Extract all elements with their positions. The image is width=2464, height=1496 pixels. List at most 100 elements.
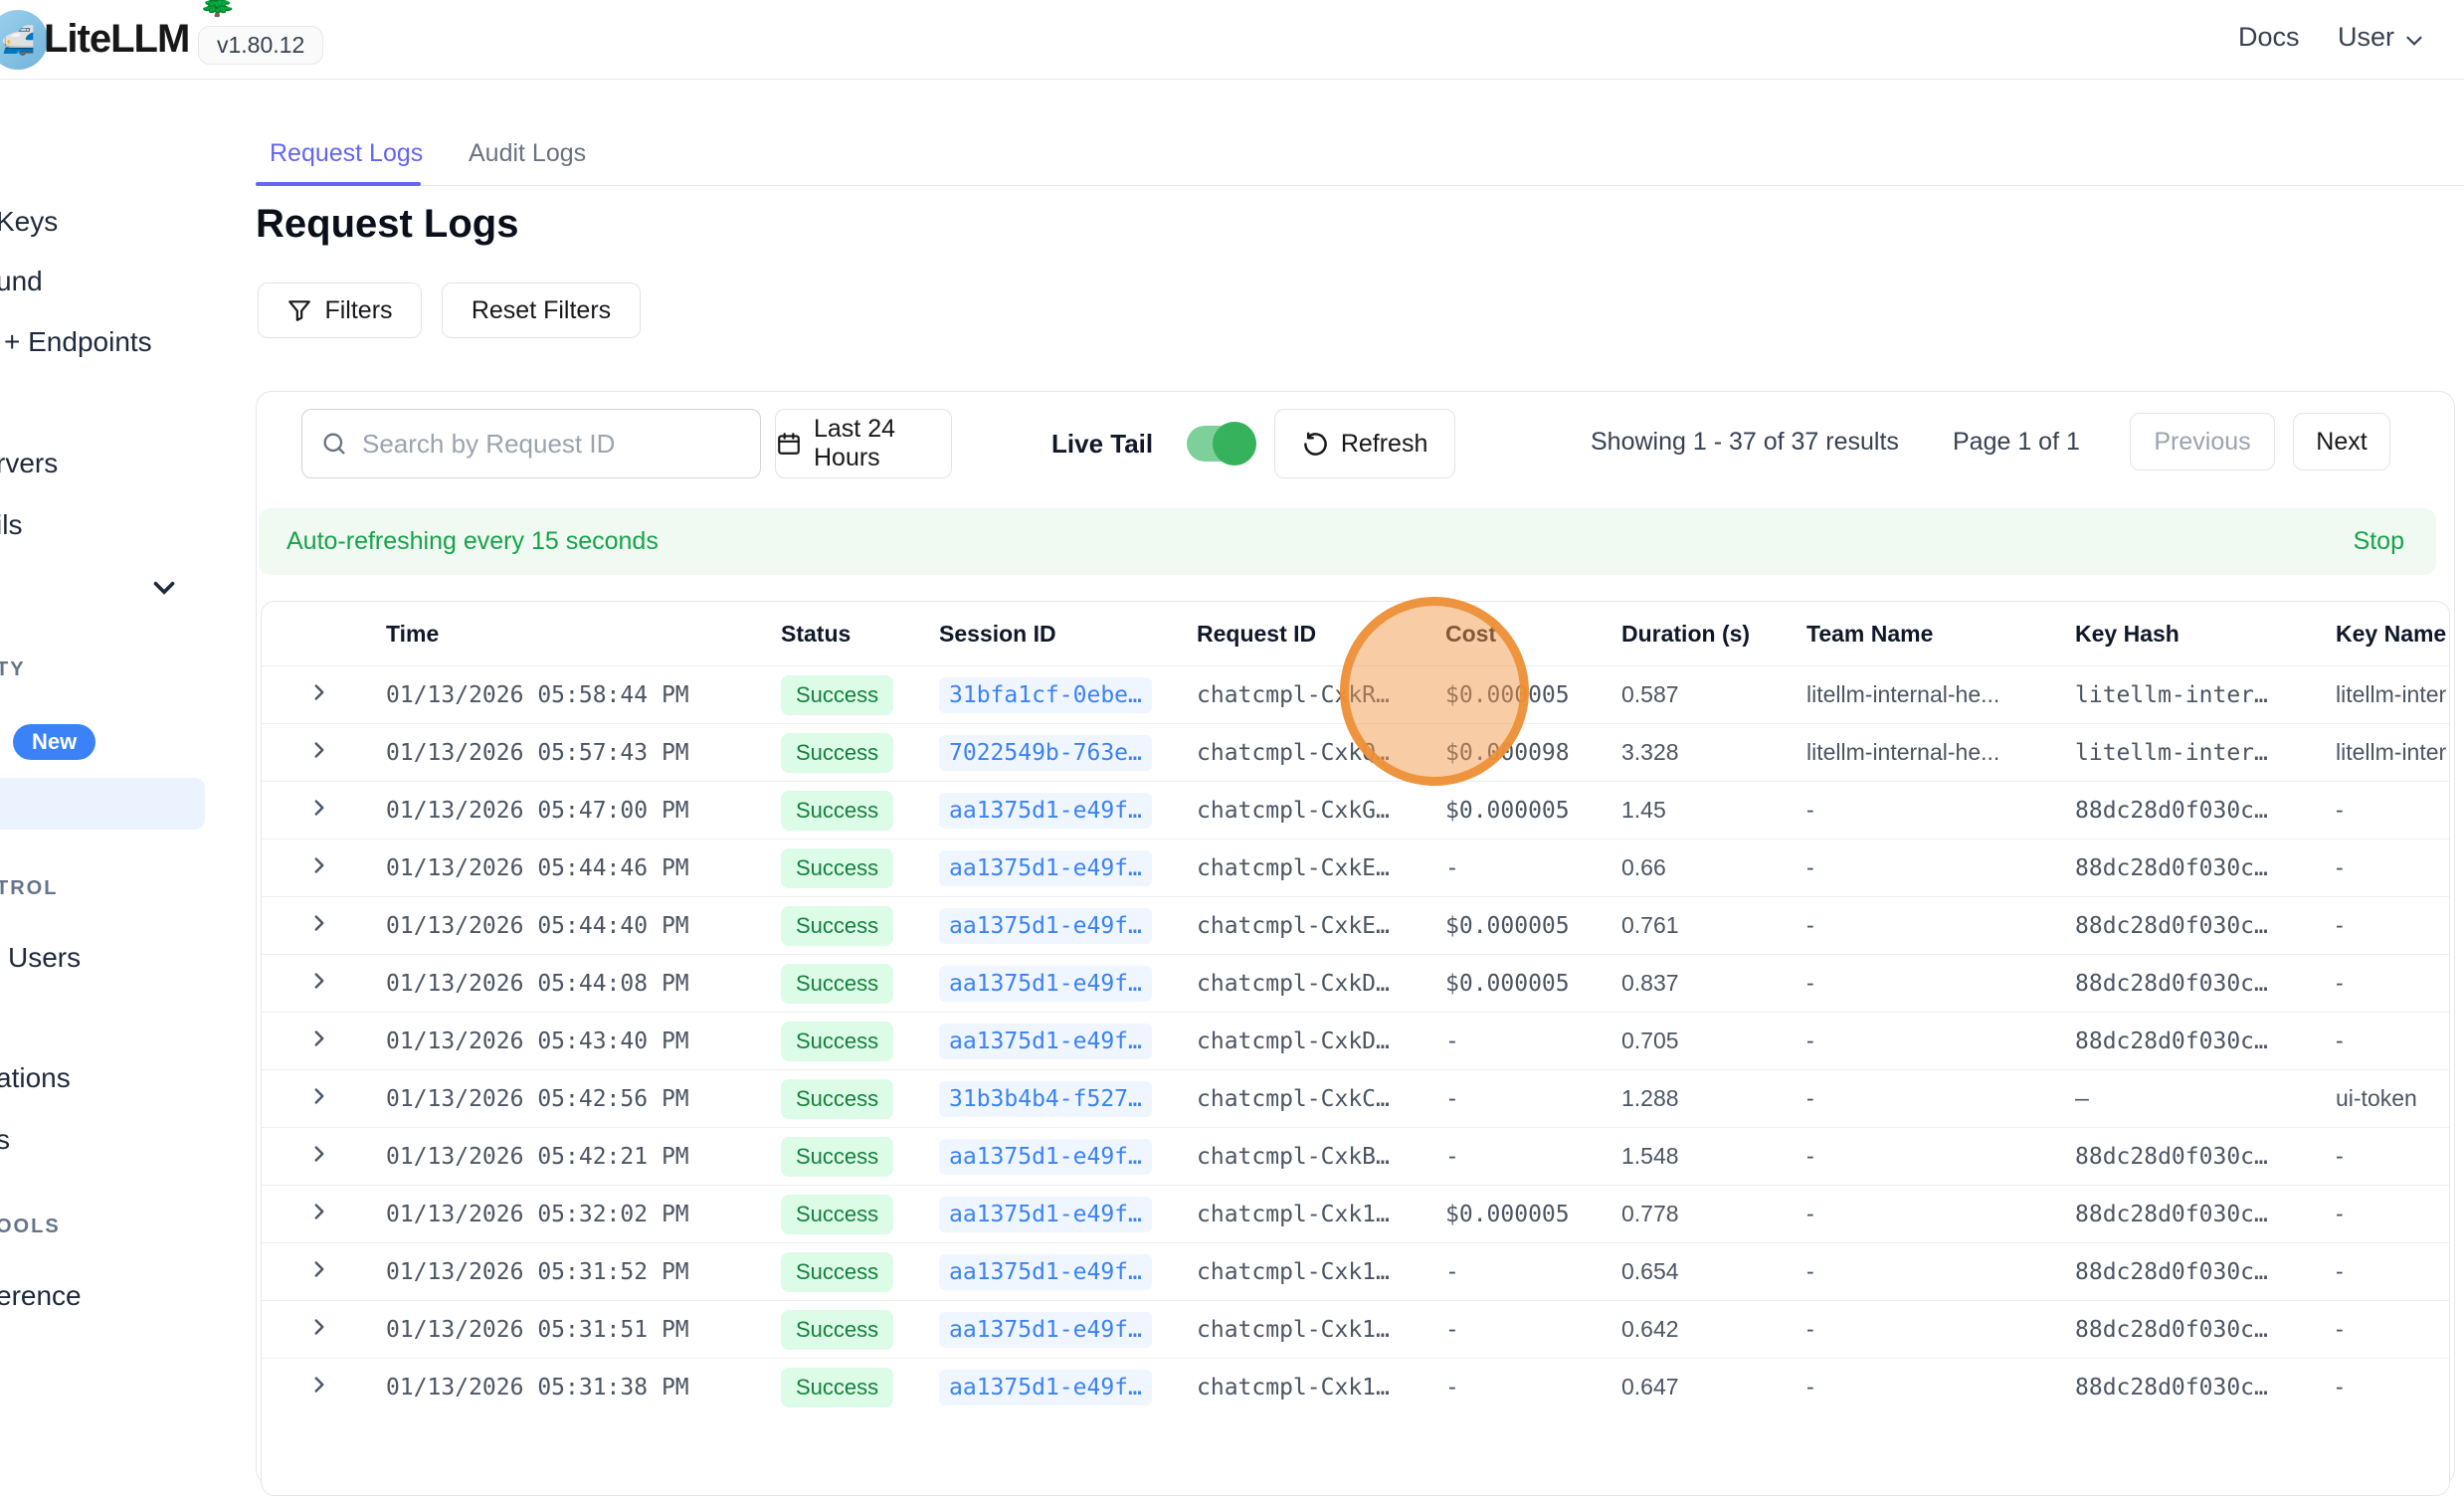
expand-row-button[interactable] <box>306 1083 332 1109</box>
search-input[interactable] <box>362 429 720 460</box>
duration-cell: 0.647 <box>1621 1374 1806 1401</box>
sidebar-item-logs-selected[interactable] <box>0 778 205 830</box>
session-id-link[interactable]: aa1375d1-e49f… <box>939 1312 1152 1348</box>
duration-cell: 1.45 <box>1621 797 1806 824</box>
session-id-link[interactable]: aa1375d1-e49f… <box>939 1024 1152 1059</box>
nav-docs-link[interactable]: Docs <box>2238 22 2300 53</box>
status-badge: Success <box>781 848 893 888</box>
time-cell: 01/13/2026 05:31:52 PM <box>386 1259 769 1285</box>
status-badge: Success <box>781 1310 893 1350</box>
status-badge: Success <box>781 1368 893 1407</box>
duration-cell: 0.761 <box>1621 912 1806 939</box>
chevron-down-icon[interactable] <box>2401 28 2427 54</box>
sidebar-section-tools: OOLS <box>0 1216 61 1238</box>
team-name-cell: litellm-internal-he... <box>1806 739 2075 766</box>
session-id-link[interactable]: aa1375d1-e49f… <box>939 908 1152 944</box>
status-badge: Success <box>781 1137 893 1177</box>
time-cell: 01/13/2026 05:44:40 PM <box>386 913 769 939</box>
tab-audit-logs[interactable]: Audit Logs <box>469 139 586 168</box>
session-cell: 31bfa1cf-0ebe… <box>939 677 1197 713</box>
sidebar-item-users[interactable]: Users <box>8 942 81 974</box>
session-id-link[interactable]: aa1375d1-e49f… <box>939 1197 1152 1232</box>
sidebar-item-models-endpoints[interactable]: + Endpoints <box>4 326 152 358</box>
session-id-link[interactable]: 7022549b-763e… <box>939 735 1152 771</box>
column-header-status: Status <box>769 621 939 648</box>
nav-user-menu[interactable]: User <box>2338 22 2394 53</box>
time-cell: 01/13/2026 05:43:40 PM <box>386 1028 769 1054</box>
session-id-link[interactable]: 31b3b4b4-f527… <box>939 1081 1152 1117</box>
key-name-cell: - <box>2336 1143 2449 1170</box>
sidebar-item-organizations[interactable]: ations <box>0 1062 71 1094</box>
column-header-cost: Cost <box>1445 621 1621 648</box>
session-id-link[interactable]: aa1375d1-e49f… <box>939 850 1152 886</box>
chevron-down-icon[interactable] <box>147 571 181 605</box>
sidebar-item-servers[interactable]: rvers <box>0 448 58 479</box>
refresh-button-label: Refresh <box>1341 430 1428 459</box>
time-range-button[interactable]: Last 24 Hours <box>775 409 952 478</box>
status-badge: Success <box>781 733 893 773</box>
session-cell: aa1375d1-e49f… <box>939 1370 1197 1405</box>
sidebar-item-playground[interactable]: und <box>0 266 43 297</box>
column-header-team-name: Team Name <box>1806 621 2075 648</box>
status-cell: Success <box>769 675 939 715</box>
sidebar-item-guardrails[interactable]: ils <box>0 509 22 541</box>
time-cell: 01/13/2026 05:32:02 PM <box>386 1202 769 1227</box>
key-hash-cell: 88dc28d0f030c… <box>2075 913 2336 939</box>
status-cell: Success <box>769 964 939 1004</box>
cost-cell: $0.000005 <box>1445 682 1621 708</box>
search-box[interactable] <box>301 409 761 478</box>
key-name-cell: - <box>2336 912 2449 939</box>
key-hash-cell: 88dc28d0f030c… <box>2075 1144 2336 1170</box>
tab-request-logs[interactable]: Request Logs <box>270 139 423 168</box>
expand-row-button[interactable] <box>306 737 332 763</box>
key-hash-cell: 88dc28d0f030c… <box>2075 1202 2336 1227</box>
session-id-link[interactable]: 31bfa1cf-0ebe… <box>939 677 1152 713</box>
next-page-button[interactable]: Next <box>2293 413 2390 470</box>
duration-cell: 0.654 <box>1621 1258 1806 1285</box>
filters-button[interactable]: Filters <box>258 282 422 338</box>
reset-filters-button[interactable]: Reset Filters <box>442 282 641 338</box>
expand-row-button[interactable] <box>306 968 332 994</box>
expand-row-button[interactable] <box>306 910 332 936</box>
sidebar-item-keys[interactable]: Keys <box>0 206 58 238</box>
expand-row-button[interactable] <box>306 795 332 821</box>
results-count: Showing 1 - 37 of 37 results <box>1591 428 1899 457</box>
request-id-cell: chatcmpl-CxkD… <box>1197 971 1445 997</box>
key-name-cell: - <box>2336 1374 2449 1401</box>
expand-row-button[interactable] <box>306 1026 332 1051</box>
session-id-link[interactable]: aa1375d1-e49f… <box>939 1254 1152 1290</box>
request-id-cell: chatcmpl-Cxk1… <box>1197 1259 1445 1285</box>
expand-row-button[interactable] <box>306 1141 332 1167</box>
expand-row-button[interactable] <box>306 1199 332 1224</box>
calendar-icon <box>776 431 802 457</box>
expand-row-button[interactable] <box>306 852 332 878</box>
key-hash-cell: – <box>2075 1086 2336 1112</box>
expand-row-button[interactable] <box>306 1256 332 1282</box>
request-id-cell: chatcmpl-CxkG… <box>1197 798 1445 824</box>
key-hash-cell: 88dc28d0f030c… <box>2075 1375 2336 1401</box>
status-badge: Success <box>781 675 893 715</box>
expand-row-button[interactable] <box>306 679 332 705</box>
cost-cell: $0.000005 <box>1445 1202 1621 1227</box>
sidebar-item-teams[interactable]: s <box>0 1124 10 1156</box>
expand-row-button[interactable] <box>306 1372 332 1398</box>
session-id-link[interactable]: aa1375d1-e49f… <box>939 1370 1152 1405</box>
status-cell: Success <box>769 906 939 946</box>
session-cell: aa1375d1-e49f… <box>939 850 1197 886</box>
previous-page-button[interactable]: Previous <box>2130 413 2275 470</box>
litellm-logo-icon: 🚅 <box>0 10 48 70</box>
funnel-icon <box>286 297 312 323</box>
session-id-link[interactable]: aa1375d1-e49f… <box>939 793 1152 829</box>
stop-auto-refresh-link[interactable]: Stop <box>2354 527 2404 556</box>
status-cell: Success <box>769 1195 939 1234</box>
sidebar-item-api-reference[interactable]: erence <box>0 1280 82 1312</box>
cost-cell: - <box>1445 1086 1621 1112</box>
session-id-link[interactable]: aa1375d1-e49f… <box>939 1139 1152 1175</box>
expand-row-button[interactable] <box>306 1314 332 1340</box>
request-id-cell: chatcmpl-Cxk1… <box>1197 1317 1445 1343</box>
table-header-row: Time Status Session ID Request ID Cost D… <box>262 602 2449 665</box>
session-id-link[interactable]: aa1375d1-e49f… <box>939 966 1152 1002</box>
refresh-button[interactable]: Refresh <box>1274 409 1455 478</box>
cost-cell: - <box>1445 1317 1621 1343</box>
live-tail-toggle[interactable] <box>1187 426 1252 462</box>
